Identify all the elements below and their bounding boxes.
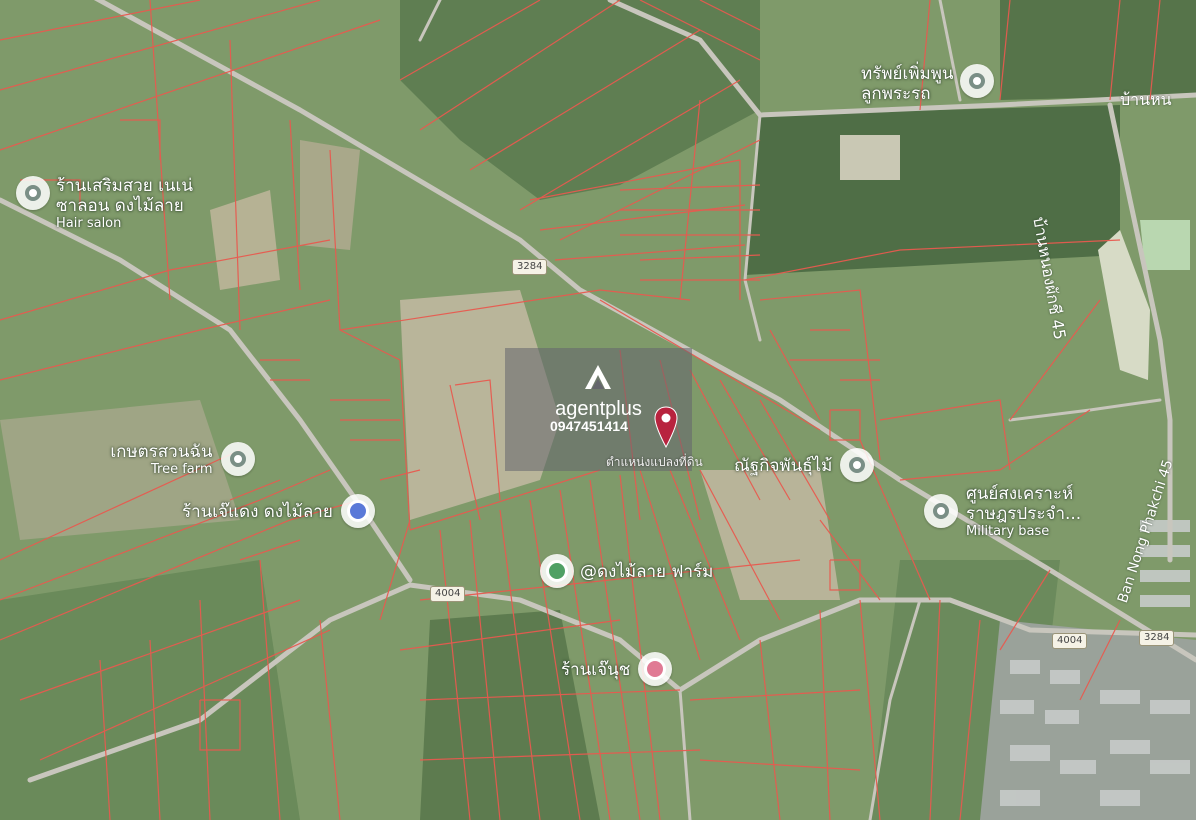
poi-name: ศูนย์สงเคราะห์ (966, 484, 1074, 504)
poi-dongmailai-farm[interactable]: @ดงไม้ลาย ฟาร์ม (540, 554, 713, 588)
poi-category: Tree farm (151, 462, 213, 477)
poi-supaphoem[interactable]: ทรัพย์เพิ่มพูน ลูกพระรถ (861, 64, 994, 104)
location-pin-icon[interactable] (654, 405, 678, 449)
route-shield-3284: 3284 (512, 259, 548, 275)
route-shield-4004: 4004 (430, 586, 466, 602)
agent-phone[interactable]: 0947451414 (550, 418, 628, 434)
route-shield-3284-east: 3284 (1139, 630, 1175, 646)
place-icon (220, 442, 255, 476)
place-icon (840, 448, 875, 482)
place-icon (924, 494, 958, 528)
poi-name-line2: ราษฎรประจำ... (966, 504, 1082, 524)
road-label-ban-nong: บ้านหน (1120, 90, 1172, 109)
poi-name: ร้านเสริมสวย เนเน่ (56, 176, 193, 196)
poi-category: Hair salon (56, 216, 122, 231)
map-view[interactable]: 3284 3284 4004 4004 บ้านหน บ้านหนองผักชี… (0, 0, 1196, 820)
parcel-location-label: ตำแหน่งแปลงที่ดิน (606, 455, 703, 469)
poi-jae-nut-shop[interactable]: ร้านเจ๊นุช (561, 652, 673, 686)
poi-name-line2: ลูกพระรถ (861, 84, 931, 104)
poi-category: Military base (966, 524, 1050, 539)
poi-tree-farm[interactable]: เกษตรสวนฉัน Tree farm (96, 442, 255, 478)
place-icon (16, 176, 50, 210)
route-shield-4004-east: 4004 (1052, 633, 1088, 649)
agentplus-logo-icon (585, 365, 611, 389)
poi-name: ร้านเจ๊แดง ดงไม้ลาย (182, 502, 333, 522)
shop-icon (340, 494, 375, 528)
poi-name: ร้านเจ๊นุช (561, 660, 631, 680)
poi-name-line2: ซาลอน ดงไม้ลาย (56, 196, 184, 216)
farm-icon (540, 554, 574, 588)
shop-icon (638, 652, 673, 686)
poi-name: เกษตรสวนฉัน (110, 442, 213, 462)
poi-military-base[interactable]: ศูนย์สงเคราะห์ ราษฎรประจำ... Military ba… (924, 484, 1081, 540)
poi-name: ทรัพย์เพิ่มพูน (861, 64, 954, 84)
poi-hair-salon[interactable]: ร้านเสริมสวย เนเน่ ซาลอน ดงไม้ลาย Hair s… (16, 176, 193, 232)
poi-name: ณัฐกิจพันธุ์ไม้ (734, 456, 833, 476)
poi-nattakit-plants[interactable]: ณัฐกิจพันธุ์ไม้ (734, 448, 875, 482)
place-icon (959, 64, 994, 98)
poi-jae-daeng-shop[interactable]: ร้านเจ๊แดง ดงไม้ลาย (182, 494, 375, 528)
poi-name: @ดงไม้ลาย ฟาร์ม (580, 562, 714, 582)
